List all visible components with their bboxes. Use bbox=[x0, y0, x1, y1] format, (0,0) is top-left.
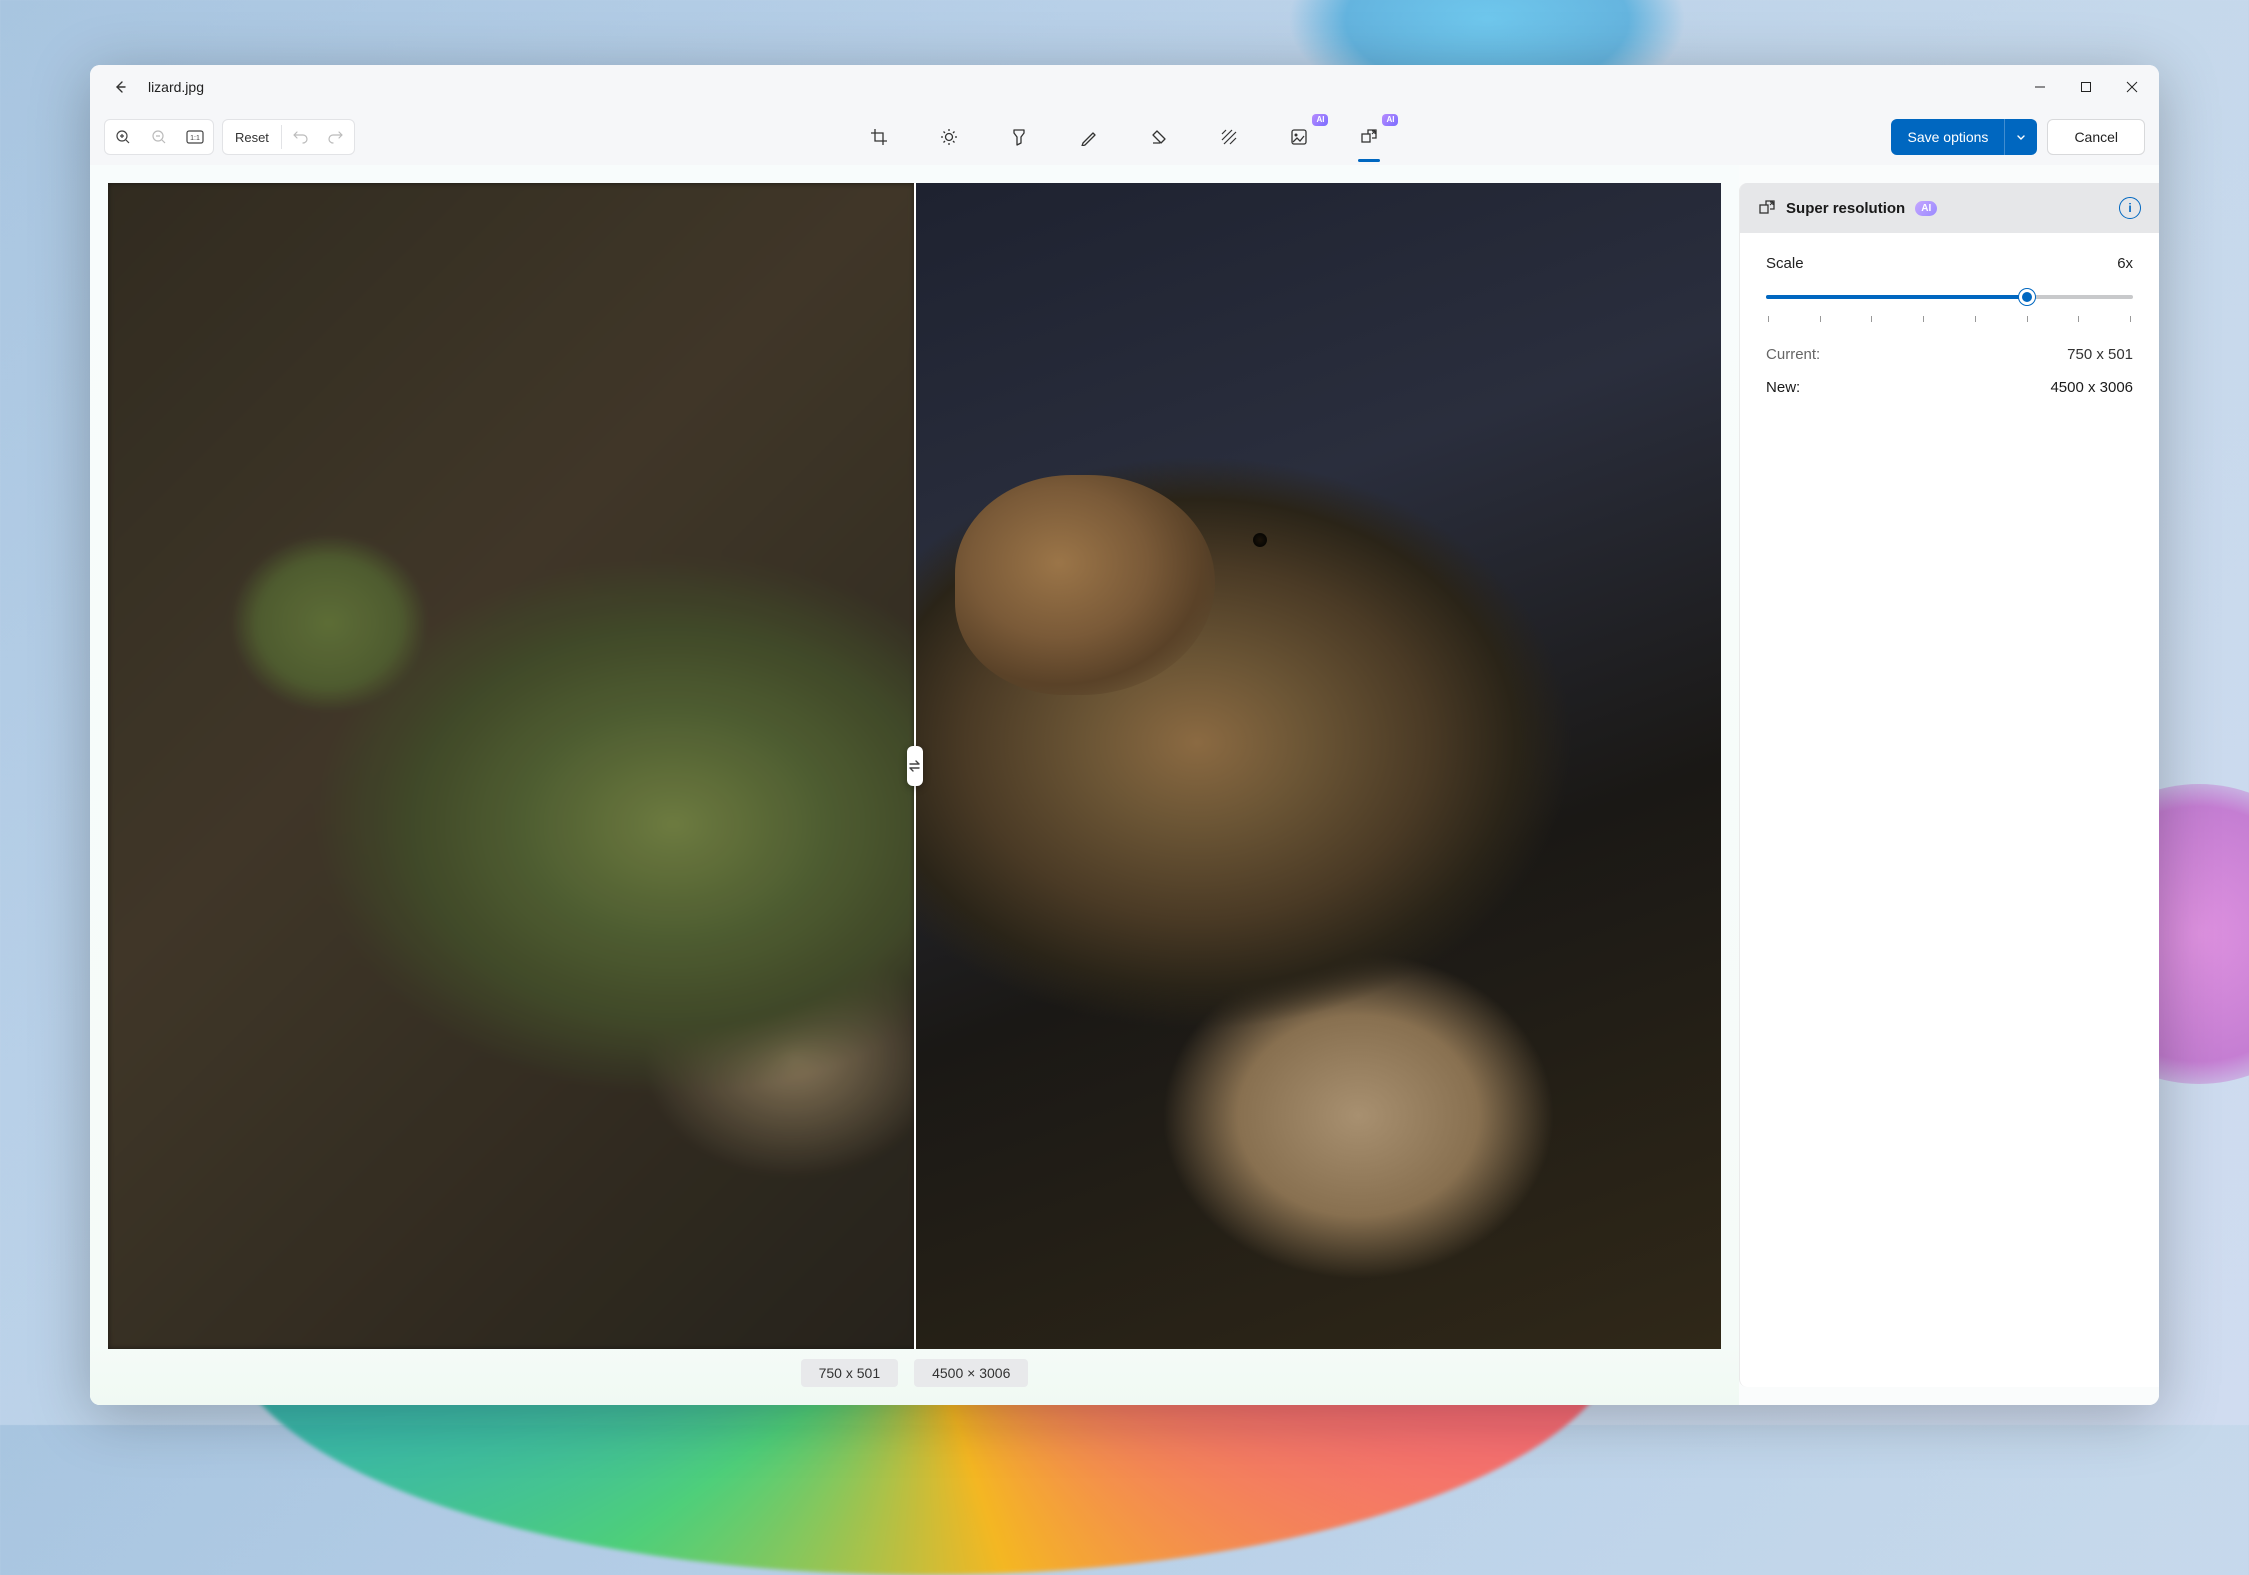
erase-tool[interactable] bbox=[1140, 118, 1178, 156]
swap-icon bbox=[907, 758, 923, 774]
scale-slider[interactable] bbox=[1766, 286, 2133, 310]
adjust-tool[interactable] bbox=[930, 118, 968, 156]
back-button[interactable] bbox=[104, 71, 136, 103]
image-after bbox=[915, 183, 1722, 1349]
crop-tool[interactable] bbox=[860, 118, 898, 156]
ai-badge: AI bbox=[1312, 114, 1328, 126]
zoom-out-icon bbox=[151, 129, 167, 145]
compare-slider[interactable] bbox=[914, 183, 916, 1349]
redo-button[interactable] bbox=[318, 120, 354, 154]
app-window: lizard.jpg 1:1 Reset bbox=[90, 65, 2159, 1405]
new-dim-row: New: 4500 x 3006 bbox=[1766, 379, 2133, 396]
save-dropdown[interactable] bbox=[2004, 119, 2037, 155]
scale-value: 6x bbox=[2117, 255, 2133, 272]
current-dim-row: Current: 750 x 501 bbox=[1766, 346, 2133, 363]
slider-fill bbox=[1766, 295, 2027, 299]
chevron-down-icon bbox=[2015, 131, 2027, 143]
close-button[interactable] bbox=[2109, 65, 2155, 109]
history-group: Reset bbox=[222, 119, 355, 155]
filter-icon bbox=[1011, 128, 1027, 146]
zoom-in-button[interactable] bbox=[105, 120, 141, 154]
background-tool[interactable] bbox=[1210, 118, 1248, 156]
edit-tools: AI AI bbox=[860, 118, 1388, 156]
new-label: New: bbox=[1766, 379, 1800, 396]
maximize-button[interactable] bbox=[2063, 65, 2109, 109]
pen-icon bbox=[1080, 128, 1098, 146]
maximize-icon bbox=[2080, 81, 2092, 93]
cancel-button[interactable]: Cancel bbox=[2047, 119, 2145, 155]
super-resolution-tool[interactable]: AI bbox=[1350, 118, 1388, 156]
zoom-group: 1:1 bbox=[104, 119, 214, 155]
scale-label: Scale bbox=[1766, 255, 1804, 272]
generative-erase-tool[interactable]: AI bbox=[1280, 118, 1318, 156]
window-controls bbox=[2017, 65, 2155, 109]
ai-badge: AI bbox=[1382, 114, 1398, 126]
save-label: Save options bbox=[1891, 129, 2004, 145]
scale-row: Scale 6x bbox=[1766, 255, 2133, 272]
info-button[interactable]: i bbox=[2119, 197, 2141, 219]
compare-handle[interactable] bbox=[907, 746, 923, 786]
ai-image-icon bbox=[1290, 128, 1308, 146]
markup-tool[interactable] bbox=[1070, 118, 1108, 156]
zoom-fit-button[interactable]: 1:1 bbox=[177, 120, 213, 154]
arrow-left-icon bbox=[112, 79, 128, 95]
titlebar: lizard.jpg bbox=[90, 65, 2159, 109]
image-compare bbox=[108, 183, 1721, 1349]
minimize-icon bbox=[2034, 81, 2046, 93]
dim-after-label: 4500 × 3006 bbox=[914, 1359, 1028, 1387]
panel-header: Super resolution AI i bbox=[1740, 183, 2159, 233]
slider-ticks bbox=[1766, 316, 2133, 322]
filename-label: lizard.jpg bbox=[148, 79, 204, 95]
filter-tool[interactable] bbox=[1000, 118, 1038, 156]
current-label: Current: bbox=[1766, 346, 1820, 363]
upscale-icon bbox=[1360, 128, 1378, 146]
info-icon: i bbox=[2128, 201, 2131, 215]
save-options-button[interactable]: Save options bbox=[1891, 119, 2037, 155]
side-panel: Super resolution AI i Scale 6x bbox=[1739, 183, 2159, 1387]
fit-icon: 1:1 bbox=[186, 130, 204, 144]
close-icon bbox=[2126, 81, 2138, 93]
toolbar: 1:1 Reset bbox=[90, 109, 2159, 165]
svg-text:1:1: 1:1 bbox=[190, 135, 200, 142]
upscale-icon bbox=[1758, 199, 1776, 217]
image-before bbox=[108, 183, 915, 1349]
crop-icon bbox=[870, 128, 888, 146]
panel-body: Scale 6x Current: 750 x 501 New: 4 bbox=[1740, 233, 2159, 434]
eraser-icon bbox=[1150, 128, 1168, 146]
slider-thumb[interactable] bbox=[2019, 289, 2035, 305]
background-icon bbox=[1220, 128, 1238, 146]
reset-button[interactable]: Reset bbox=[223, 120, 281, 154]
toolbar-actions: Save options Cancel bbox=[1891, 119, 2145, 155]
undo-button[interactable] bbox=[282, 120, 318, 154]
ai-badge: AI bbox=[1915, 201, 1937, 216]
dim-before-label: 750 x 501 bbox=[801, 1359, 899, 1387]
new-value: 4500 x 3006 bbox=[2050, 379, 2133, 396]
brightness-icon bbox=[940, 128, 958, 146]
dimension-labels: 750 x 501 4500 × 3006 bbox=[801, 1359, 1029, 1387]
canvas-area: 750 x 501 4500 × 3006 bbox=[90, 165, 1739, 1405]
current-value: 750 x 501 bbox=[2067, 346, 2133, 363]
zoom-in-icon bbox=[115, 129, 131, 145]
zoom-out-button[interactable] bbox=[141, 120, 177, 154]
redo-icon bbox=[328, 129, 344, 145]
content-area: 750 x 501 4500 × 3006 Super resolution A… bbox=[90, 165, 2159, 1405]
minimize-button[interactable] bbox=[2017, 65, 2063, 109]
panel-title: Super resolution bbox=[1786, 200, 1905, 217]
undo-icon bbox=[292, 129, 308, 145]
